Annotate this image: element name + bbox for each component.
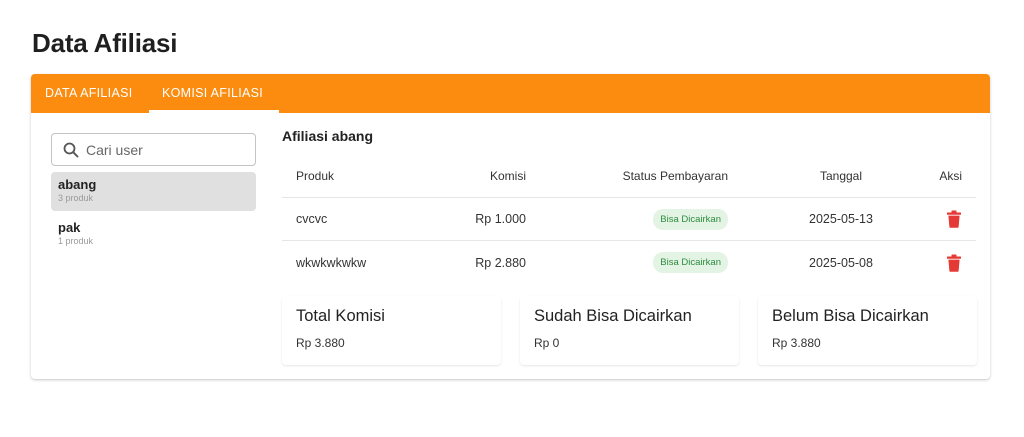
header-tanggal: Tanggal <box>819 168 863 183</box>
summary-value: Rp 3.880 <box>296 336 345 350</box>
header-status: Status Pembayaran <box>622 168 728 183</box>
header-aksi: Aksi <box>939 168 962 183</box>
summary-title: Total Komisi <box>296 307 385 325</box>
cell-tanggal: 2025-05-08 <box>809 255 873 270</box>
trash-icon[interactable] <box>946 254 962 272</box>
search-icon <box>63 142 79 158</box>
tab-data-afiliasi[interactable]: DATA AFILIASI <box>45 74 133 113</box>
summary-sudah-bisa-dicairkan: Sudah Bisa Dicairkan Rp 0 <box>520 296 739 365</box>
cell-aksi <box>946 241 962 284</box>
commission-table: Produk Komisi Status Pembayaran Tanggal … <box>282 154 976 284</box>
cell-produk: cvcvc <box>296 212 328 226</box>
cell-tanggal: 2025-05-13 <box>809 212 873 226</box>
cell-komisi: Rp 2.880 <box>475 255 526 270</box>
cell-komisi: Rp 1.000 <box>475 212 526 226</box>
trash-icon[interactable] <box>946 210 962 228</box>
page-title: Data Afiliasi <box>32 28 178 58</box>
user-name: pak <box>58 220 81 235</box>
status-badge: Bisa Dicairkan <box>653 252 728 273</box>
status-badge: Bisa Dicairkan <box>653 208 728 230</box>
summary-value: Rp 3.880 <box>772 336 821 350</box>
user-list: abang 3 produk pak 1 produk <box>51 172 256 258</box>
table-row: wkwkwkwkw Rp 2.880 Bisa Dicairkan 2025-0… <box>282 241 976 284</box>
cell-status: Bisa Dicairkan <box>653 241 728 284</box>
tab-komisi-afiliasi[interactable]: KOMISI AFILIASI <box>162 74 263 113</box>
header-komisi: Komisi <box>489 168 526 183</box>
search-box[interactable] <box>51 133 256 166</box>
summary-belum-bisa-dicairkan: Belum Bisa Dicairkan Rp 3.880 <box>758 296 977 365</box>
active-tab-indicator <box>149 110 279 113</box>
tab-bar: DATA AFILIASI KOMISI AFILIASI <box>31 74 990 113</box>
user-name: abang <box>58 177 97 192</box>
search-input[interactable] <box>86 140 246 160</box>
header-produk: Produk <box>296 168 335 183</box>
summary-title: Belum Bisa Dicairkan <box>772 307 929 325</box>
user-item-abang[interactable]: abang 3 produk <box>51 172 256 211</box>
section-title: Afiliasi abang <box>282 128 374 144</box>
user-item-pak[interactable]: pak 1 produk <box>51 215 256 254</box>
cell-status: Bisa Dicairkan <box>653 198 728 240</box>
cell-produk: wkwkwkwkw <box>296 255 367 270</box>
table-header: Produk Komisi Status Pembayaran Tanggal … <box>282 154 976 198</box>
summary-total-komisi: Total Komisi Rp 3.880 <box>282 296 501 365</box>
summary-title: Sudah Bisa Dicairkan <box>534 307 692 325</box>
affiliate-card: DATA AFILIASI KOMISI AFILIASI abang 3 pr… <box>31 74 990 379</box>
user-product-count: 1 produk <box>58 236 94 246</box>
cell-aksi <box>946 198 962 240</box>
summary-value: Rp 0 <box>534 336 560 350</box>
table-row: cvcvc Rp 1.000 Bisa Dicairkan 2025-05-13 <box>282 198 976 241</box>
user-product-count: 3 produk <box>58 193 94 203</box>
